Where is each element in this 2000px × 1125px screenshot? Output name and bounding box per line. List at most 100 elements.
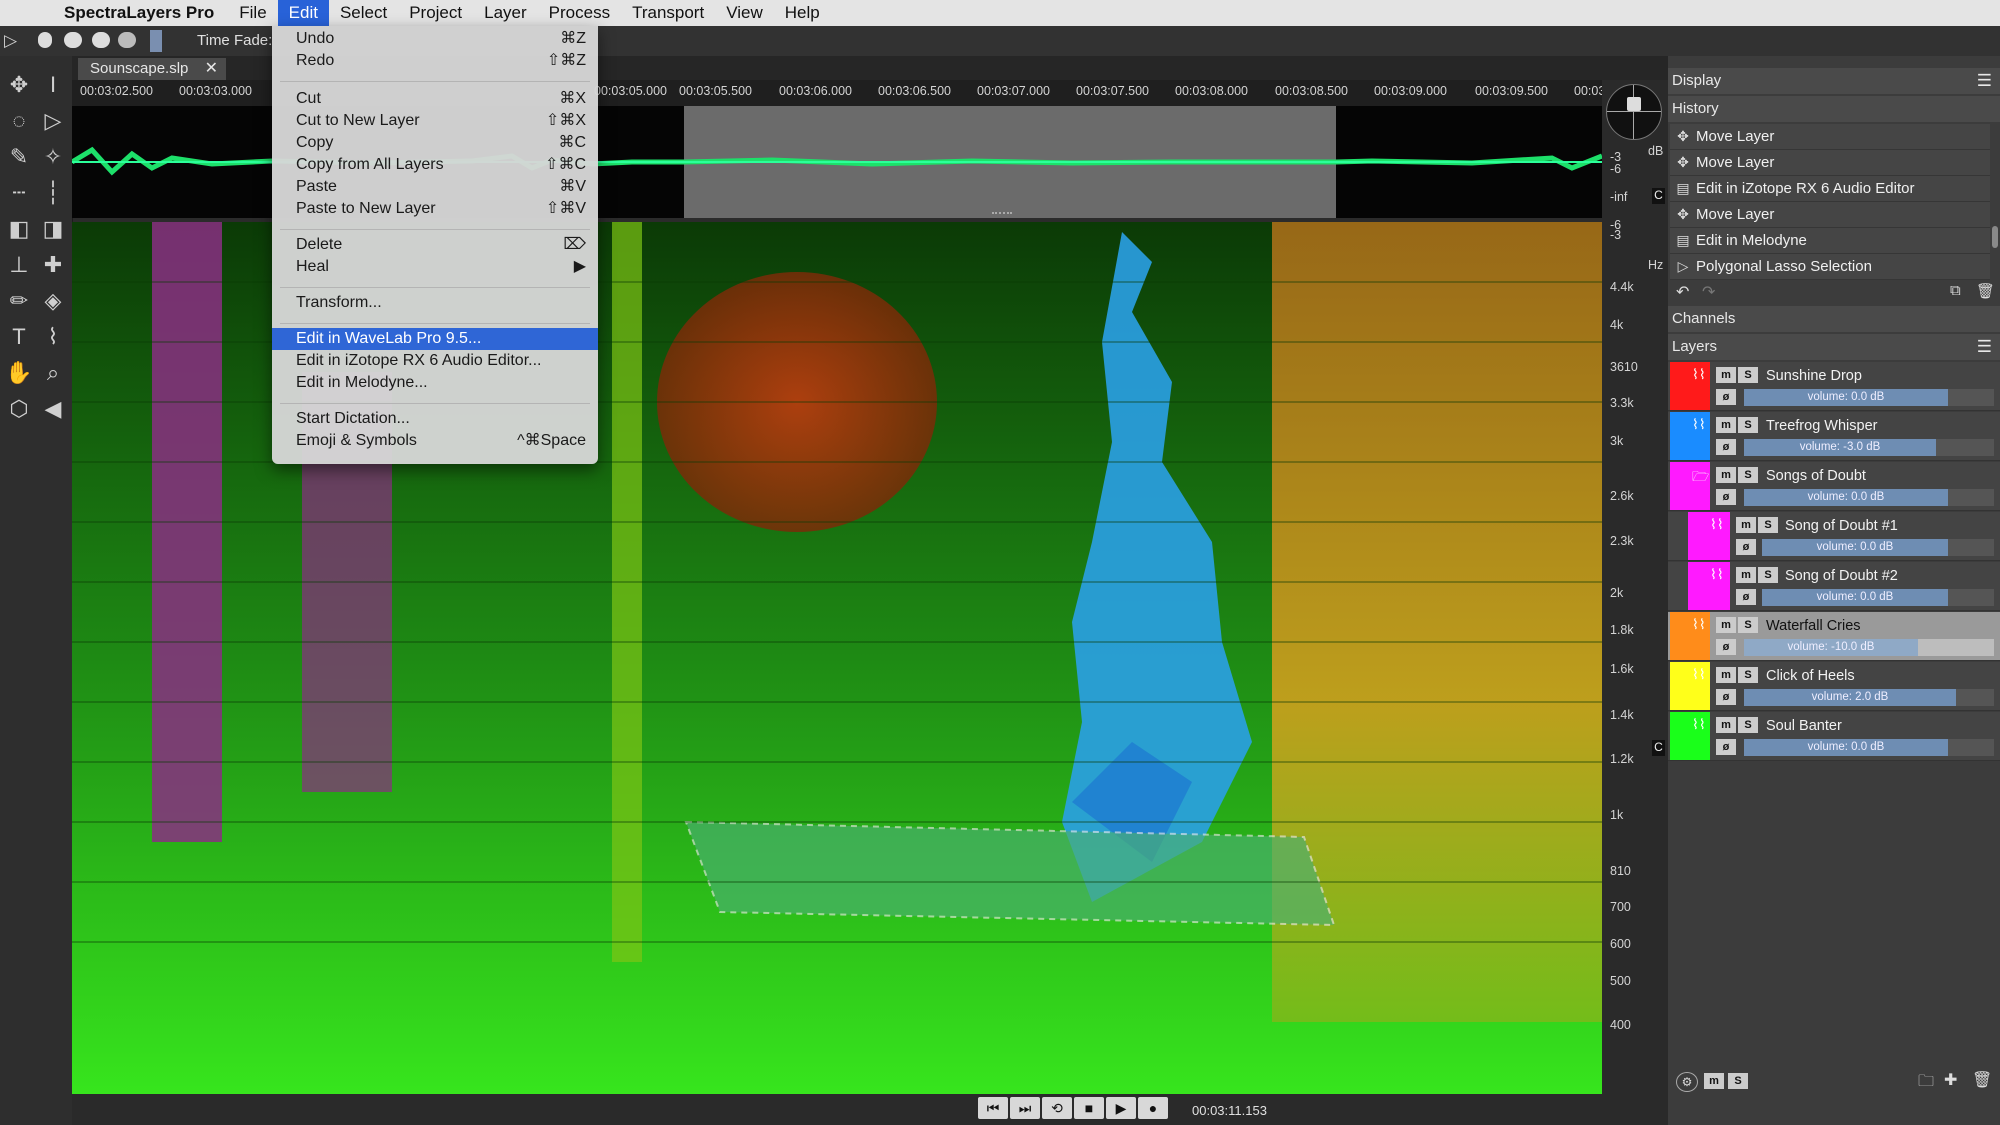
menu-item-delete[interactable]: Delete ⌦ [272, 234, 598, 256]
history-item[interactable]: ✥ Move Layer [1670, 202, 1990, 228]
new-layer-icon[interactable]: ✚ [1944, 1070, 1957, 1090]
layer-color-swatch[interactable]: ⌇⌇ [1670, 612, 1710, 660]
volume-slider[interactable]: volume: -10.0 dB [1744, 639, 1918, 656]
history-panel-header[interactable]: History [1668, 96, 2000, 122]
brush-select-tool-icon[interactable]: ✎ [4, 142, 34, 172]
zoom-tool-icon[interactable]: ⌕ [38, 358, 68, 388]
mute-button[interactable]: m [1716, 617, 1736, 633]
layer-color-swatch[interactable]: ⌇⌇ [1670, 412, 1710, 460]
history-item[interactable]: ✥ Move Layer [1670, 124, 1990, 150]
waveform-resize-handle[interactable] [992, 212, 1012, 218]
db-scale-c-button[interactable]: C [1652, 188, 1665, 204]
layer-row-songs-of-doubt[interactable]: 🗁 m S Songs of Doubt ø volume: 0.0 dB [1668, 462, 2000, 511]
pencil-tool-icon[interactable]: ✏ [4, 286, 34, 316]
eyedropper-tool-icon[interactable]: ⌇ [38, 322, 68, 352]
layer-row-sunshine-drop[interactable]: ⌇⌇ m S Sunshine Drop ø volume: 0.0 dB [1668, 362, 2000, 411]
menu-help[interactable]: Help [774, 0, 831, 26]
selection-mode-subtract-icon[interactable] [92, 32, 110, 48]
heal-tool-icon[interactable]: ✚ [38, 250, 68, 280]
loop-icon[interactable]: ⟲ [1042, 1097, 1072, 1119]
trash-icon[interactable]: 🗑 [1976, 282, 1995, 300]
phase-invert-button[interactable]: ø [1716, 439, 1736, 455]
menu-item-edit-in-melodyne[interactable]: Edit in Melodyne... [272, 372, 598, 394]
layer-row-song-of-doubt-2[interactable]: ⌇⌇ m S Song of Doubt #2 ø volume: 0.0 dB [1668, 562, 2000, 611]
history-scrollbar[interactable] [1992, 226, 1998, 248]
solo-all-button[interactable]: S [1728, 1073, 1748, 1089]
skip-back-icon[interactable]: ⏮ [978, 1097, 1008, 1119]
solo-button[interactable]: S [1758, 567, 1778, 583]
menu-layer[interactable]: Layer [473, 0, 538, 26]
volume-slider[interactable]: volume: 0.0 dB [1762, 589, 1948, 606]
layer-name[interactable]: Sunshine Drop [1766, 368, 1862, 384]
layer-color-swatch[interactable]: ⌇⌇ [1670, 362, 1710, 410]
skip-forward-icon[interactable]: ⏭ [1010, 1097, 1040, 1119]
menu-item-emoji-symbols[interactable]: Emoji & Symbols ^⌘Space [272, 430, 598, 452]
menu-item-edit-in-wavelab[interactable]: Edit in WaveLab Pro 9.5... [272, 328, 598, 350]
solo-button[interactable]: S [1758, 517, 1778, 533]
layer-name[interactable]: Treefrog Whisper [1766, 418, 1877, 434]
layer-name[interactable]: Soul Banter [1766, 718, 1842, 734]
lasso-tool-icon[interactable]: ┄ [4, 178, 34, 208]
text-tool-icon[interactable]: T [4, 322, 34, 352]
solo-button[interactable]: S [1738, 467, 1758, 483]
stop-icon[interactable]: ■ [1074, 1097, 1104, 1119]
layer-name[interactable]: Song of Doubt #2 [1785, 568, 1898, 584]
phase-invert-button[interactable]: ø [1716, 689, 1736, 705]
hamburger-menu-icon[interactable]: ☰ [1977, 68, 1992, 94]
menu-item-paste[interactable]: Paste ⌘V [272, 176, 598, 198]
menu-project[interactable]: Project [398, 0, 473, 26]
hamburger-menu-icon[interactable]: ☰ [1977, 334, 1992, 360]
magic-wand-tool-icon[interactable]: ✧ [38, 142, 68, 172]
menu-item-copy[interactable]: Copy ⌘C [272, 132, 598, 154]
clone-stamp-tool-icon[interactable]: ⊥ [4, 250, 34, 280]
app-name[interactable]: SpectraLayers Pro [44, 3, 228, 23]
delete-layer-icon[interactable]: 🗑 [1972, 1070, 1992, 1090]
volume-slider[interactable]: volume: 0.0 dB [1744, 389, 1948, 406]
mute-button[interactable]: m [1716, 667, 1736, 683]
layer-color-swatch[interactable]: ⌇⌇ [1688, 512, 1730, 560]
time-select-tool-icon[interactable]: I [38, 70, 68, 100]
layer-color-swatch[interactable]: ⌇⌇ [1688, 562, 1730, 610]
menu-item-edit-in-izotope[interactable]: Edit in iZotope RX 6 Audio Editor... [272, 350, 598, 372]
volume-slider[interactable]: volume: -3.0 dB [1744, 439, 1936, 456]
soft-eraser-tool-icon[interactable]: ◨ [38, 214, 68, 244]
mute-all-button[interactable]: m [1704, 1073, 1724, 1089]
selection-mode-add-icon[interactable] [64, 32, 82, 48]
layer-row-treefrog-whisper[interactable]: ⌇⌇ m S Treefrog Whisper ø volume: -3.0 d… [1668, 412, 2000, 461]
menu-item-cut-to-new-layer[interactable]: Cut to New Layer ⇧⌘X [272, 110, 598, 132]
settings-icon[interactable]: ⚙ [1676, 1072, 1698, 1092]
phase-invert-button[interactable]: ø [1716, 389, 1736, 405]
ellipse-select-tool-icon[interactable]: ◌ [4, 106, 34, 136]
solo-button[interactable]: S [1738, 667, 1758, 683]
history-item[interactable]: ▷ Polygonal Lasso Selection [1670, 254, 1990, 280]
menu-edit[interactable]: Edit [277, 0, 329, 26]
menu-item-start-dictation[interactable]: Start Dictation... [272, 408, 598, 430]
layer-name[interactable]: Click of Heels [1766, 668, 1855, 684]
layers-panel-header[interactable]: Layers ☰ [1668, 334, 2000, 360]
3d-view-tool-icon[interactable]: ⬡ [4, 394, 34, 424]
selection-mode-intersect-icon[interactable] [118, 32, 136, 48]
new-layer-group-icon[interactable]: 🗀 [1918, 1070, 1934, 1097]
close-tab-icon[interactable]: ✕ [205, 58, 218, 80]
layer-color-swatch[interactable]: ⌇⌇ [1670, 712, 1710, 760]
solo-button[interactable]: S [1738, 617, 1758, 633]
layer-row-waterfall-cries[interactable]: ⌇⌇ m S Waterfall Cries ø volume: -10.0 d… [1668, 612, 2000, 661]
layer-name[interactable]: Song of Doubt #1 [1785, 518, 1898, 534]
play-icon[interactable]: ▶ [1106, 1097, 1136, 1119]
layer-name[interactable]: Waterfall Cries [1766, 618, 1861, 634]
layer-color-swatch[interactable]: ⌇⌇ [1670, 662, 1710, 710]
layer-name[interactable]: Songs of Doubt [1766, 468, 1866, 484]
phase-invert-button[interactable]: ø [1716, 739, 1736, 755]
phase-invert-button[interactable]: ø [1736, 539, 1756, 555]
phase-invert-button[interactable]: ø [1716, 489, 1736, 505]
layer-color-swatch[interactable]: 🗁 [1670, 462, 1710, 510]
menu-transport[interactable]: Transport [621, 0, 715, 26]
layer-row-soul-banter[interactable]: ⌇⌇ m S Soul Banter ø volume: 0.0 dB [1668, 712, 2000, 761]
solo-button[interactable]: S [1738, 417, 1758, 433]
eraser-tool-icon[interactable]: ◧ [4, 214, 34, 244]
fill-tool-icon[interactable]: ◈ [38, 286, 68, 316]
mute-button[interactable]: m [1716, 717, 1736, 733]
speaker-tool-icon[interactable]: ◀ [38, 394, 68, 424]
amplitude-frequency-scale[interactable]: dB -3 -6 -inf -6 -3 C Hz 4.4k 4k 3610 3.… [1602, 80, 1668, 1094]
volume-slider[interactable]: volume: 0.0 dB [1744, 739, 1948, 756]
